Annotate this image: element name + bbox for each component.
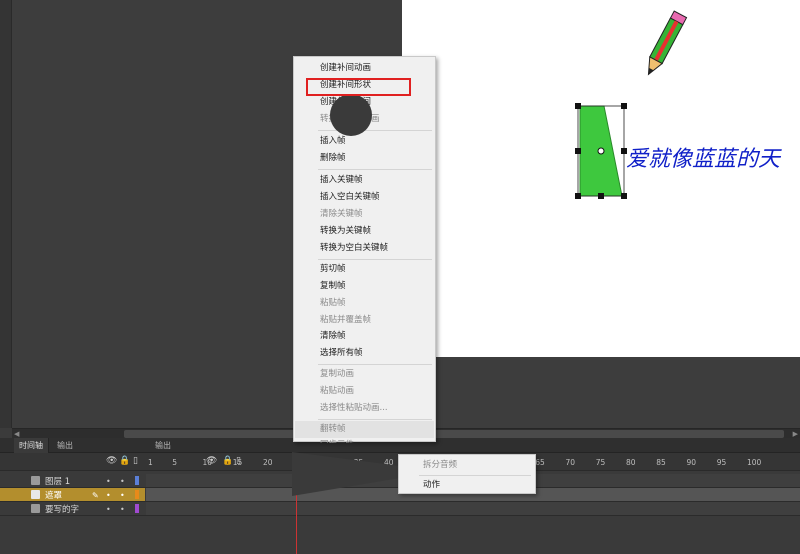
menu-item-copy-frames[interactable]: 复制帧 (320, 278, 346, 295)
ruler-frame-number: 1 (148, 458, 153, 467)
menu-item-copy-motion: 复制动画 (320, 369, 355, 379)
layer-frames[interactable] (146, 502, 800, 515)
menu-separator (318, 259, 432, 260)
ruler-frame-number: 65 (535, 458, 545, 467)
pencil-icon[interactable] (638, 8, 688, 86)
layer-row[interactable]: 要写的字 • • (0, 502, 800, 516)
menu-item-clear-keyframe: 清除关键帧 (320, 209, 363, 219)
layer-icon (31, 476, 40, 485)
tab-output[interactable]: 输出 (52, 438, 78, 453)
tab-timeline[interactable]: 时间轴 (14, 438, 49, 453)
pencil-edit-icon: ✎ (92, 491, 99, 500)
ruler-frame-number: 100 (746, 458, 762, 467)
menu-item-convert-to-keyframe[interactable]: 转换为关键帧 (320, 223, 371, 240)
layer-name-cell[interactable]: 图层 1 • • (0, 474, 145, 487)
mask-shape[interactable] (574, 102, 630, 202)
ruler-frame-number: 85 (656, 458, 666, 467)
menu-tear-shadow (292, 452, 400, 496)
visibility-dot[interactable]: • (106, 477, 111, 486)
layer-icon (31, 504, 40, 513)
menu-item-clear-frames[interactable]: 清除帧 (320, 328, 346, 345)
menu-item-paste-overwrite-frames: 粘贴并覆盖帧 (320, 315, 372, 325)
left-toolbar-strip (0, 0, 12, 428)
menu-item-actions[interactable]: 动作 (423, 477, 440, 494)
ruler-frame-number: 20 (262, 458, 273, 467)
visibility-dot[interactable]: • (106, 505, 111, 514)
menu-item-select-all-frames[interactable]: 选择所有帧 (320, 345, 363, 362)
empty-frame-area (146, 517, 800, 554)
layer-label[interactable]: 遮罩 (45, 489, 62, 501)
ruler-frame-number: 95 (716, 458, 727, 467)
menu-item-paste-motion: 粘贴动画 (320, 386, 355, 396)
layer-icon (31, 490, 40, 499)
stage-canvas[interactable] (402, 0, 800, 357)
stage-text[interactable]: 爱就像蓝蓝的天 (626, 141, 780, 173)
highlight-annotation-box (306, 78, 411, 96)
menu-item-insert-keyframe[interactable]: 插入关键帧 (320, 172, 363, 189)
layer-label[interactable]: 要写的字 (45, 503, 79, 515)
menu-item-insert-blank-keyframe[interactable]: 插入空白关键帧 (320, 189, 380, 206)
menu-item-paste-frames: 粘贴帧 (320, 298, 346, 308)
ruler-frame-number: 90 (686, 458, 696, 467)
ruler-frame-number: 80 (625, 458, 636, 467)
menu-item-split-audio: 拆分音频 (423, 460, 458, 470)
layer-color-swatch[interactable] (135, 490, 139, 499)
lock-dot[interactable]: • (120, 505, 125, 514)
ruler-frame-number: 5 (172, 458, 177, 467)
menu-item-delete-frame[interactable]: 删除帧 (320, 150, 346, 167)
cursor-overlay-circle (330, 94, 372, 136)
menu-separator (419, 475, 531, 476)
menu-item-insert-frame[interactable]: 插入帧 (320, 133, 346, 150)
menu-separator (318, 130, 432, 131)
lock-dot[interactable]: • (120, 477, 125, 486)
menu-item-cut-frames[interactable]: 剪切帧 (320, 261, 346, 278)
ruler-frame-number: 10 (202, 458, 212, 467)
layer-name-cell[interactable]: 遮罩 ✎ • • (0, 488, 145, 501)
menu-item-create-motion-tween[interactable]: 创建补间动画 (320, 60, 371, 77)
lock-dot[interactable]: • (120, 491, 125, 500)
tab-output-secondary[interactable]: 输出 (150, 438, 176, 453)
menu-item-convert-to-blank-keyframe[interactable]: 转换为空白关键帧 (320, 240, 388, 257)
ruler-frame-number: 70 (565, 458, 575, 467)
menu-separator (318, 169, 432, 170)
menu-item-paste-motion-special: 选择性粘贴动画... (320, 403, 388, 413)
menu-separator (318, 364, 432, 365)
menu-item-reverse-frames: 翻转帧 (295, 421, 434, 438)
ruler-frame-number: 75 (595, 458, 606, 467)
ruler-frame-number: 15 (232, 458, 243, 467)
layer-color-swatch[interactable] (135, 476, 139, 485)
menu-item-sync-symbols: 同步元件 (320, 437, 354, 443)
visibility-dot[interactable]: • (106, 491, 111, 500)
layer-color-swatch[interactable] (135, 504, 139, 513)
layer-label[interactable]: 图层 1 (45, 475, 70, 487)
context-submenu: 拆分音频 动作 (398, 454, 536, 494)
scrollbar-thumb[interactable] (124, 430, 784, 438)
menu-separator (318, 419, 432, 420)
layer-name-cell[interactable]: 要写的字 • • (0, 502, 145, 515)
